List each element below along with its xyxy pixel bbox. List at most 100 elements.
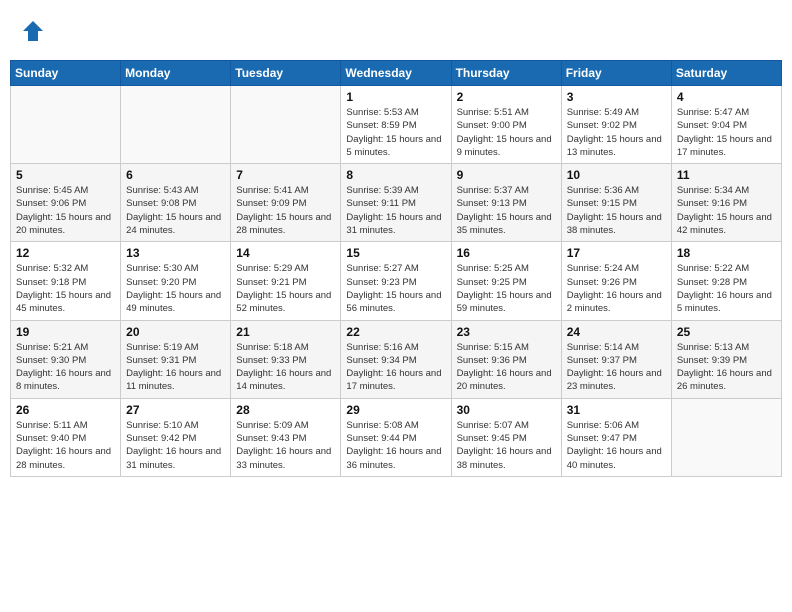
weekday-header-saturday: Saturday (671, 61, 781, 86)
day-number: 16 (457, 246, 556, 260)
day-detail: Sunrise: 5:25 AM Sunset: 9:25 PM Dayligh… (457, 262, 556, 315)
calendar-cell: 19Sunrise: 5:21 AM Sunset: 9:30 PM Dayli… (11, 320, 121, 398)
day-number: 19 (16, 325, 115, 339)
day-detail: Sunrise: 5:06 AM Sunset: 9:47 PM Dayligh… (567, 419, 666, 472)
weekday-header-row: SundayMondayTuesdayWednesdayThursdayFrid… (11, 61, 782, 86)
calendar-cell: 27Sunrise: 5:10 AM Sunset: 9:42 PM Dayli… (121, 398, 231, 476)
day-detail: Sunrise: 5:34 AM Sunset: 9:16 PM Dayligh… (677, 184, 776, 237)
weekday-header-thursday: Thursday (451, 61, 561, 86)
day-detail: Sunrise: 5:27 AM Sunset: 9:23 PM Dayligh… (346, 262, 445, 315)
day-detail: Sunrise: 5:43 AM Sunset: 9:08 PM Dayligh… (126, 184, 225, 237)
calendar-cell: 16 Sunrise: 5:25 AM Sunset: 9:25 PM Dayli… (451, 242, 561, 320)
calendar-cell: 22 Sunrise: 5:16 AM Sunset: 9:34 PM Dayli… (341, 320, 451, 398)
calendar-cell: 18Sunrise: 5:22 AM Sunset: 9:28 PM Dayli… (671, 242, 781, 320)
day-detail: Sunrise: 5:19 AM Sunset: 9:31 PM Dayligh… (126, 341, 225, 394)
day-number: 30 (457, 403, 556, 417)
day-number: 20 (126, 325, 225, 339)
day-number: 6 (126, 168, 225, 182)
day-detail: Sunrise: 5:10 AM Sunset: 9:42 PM Dayligh… (126, 419, 225, 472)
calendar-cell: 9 Sunrise: 5:37 AM Sunset: 9:13 PM Daylig… (451, 164, 561, 242)
day-number: 23 (457, 325, 556, 339)
calendar-cell: 3Sunrise: 5:49 AM Sunset: 9:02 PM Daylig… (561, 86, 671, 164)
calendar-cell (121, 86, 231, 164)
calendar-cell: 14 Sunrise: 5:29 AM Sunset: 9:21 PM Dayli… (231, 242, 341, 320)
calendar-cell: 17Sunrise: 5:24 AM Sunset: 9:26 PM Dayli… (561, 242, 671, 320)
calendar-cell: 29 Sunrise: 5:08 AM Sunset: 9:44 PM Dayli… (341, 398, 451, 476)
day-detail: Sunrise: 5:11 AM Sunset: 9:40 PM Dayligh… (16, 419, 115, 472)
calendar-cell: 21Sunrise: 5:18 AM Sunset: 9:33 PM Dayli… (231, 320, 341, 398)
day-number: 21 (236, 325, 335, 339)
day-number: 11 (677, 168, 776, 182)
day-number: 12 (16, 246, 115, 260)
day-number: 4 (677, 90, 776, 104)
calendar-cell: 6 Sunrise: 5:43 AM Sunset: 9:08 PM Daylig… (121, 164, 231, 242)
week-row-2: 5 Sunrise: 5:45 AM Sunset: 9:06 PM Daylig… (11, 164, 782, 242)
day-number: 2 (457, 90, 556, 104)
day-detail: Sunrise: 5:45 AM Sunset: 9:06 PM Dayligh… (16, 184, 115, 237)
day-detail: Sunrise: 5:32 AM Sunset: 9:18 PM Dayligh… (16, 262, 115, 315)
day-number: 1 (346, 90, 445, 104)
week-row-1: 1 Sunrise: 5:53 AM Sunset: 8:59 PM Daylig… (11, 86, 782, 164)
page-header (10, 10, 782, 52)
week-row-4: 19Sunrise: 5:21 AM Sunset: 9:30 PM Dayli… (11, 320, 782, 398)
calendar-cell: 20 Sunrise: 5:19 AM Sunset: 9:31 PM Dayli… (121, 320, 231, 398)
calendar-cell: 30 Sunrise: 5:07 AM Sunset: 9:45 PM Dayli… (451, 398, 561, 476)
calendar-cell: 24Sunrise: 5:14 AM Sunset: 9:37 PM Dayli… (561, 320, 671, 398)
day-detail: Sunrise: 5:37 AM Sunset: 9:13 PM Dayligh… (457, 184, 556, 237)
day-detail: Sunrise: 5:07 AM Sunset: 9:45 PM Dayligh… (457, 419, 556, 472)
calendar-cell: 10 Sunrise: 5:36 AM Sunset: 9:15 PM Dayli… (561, 164, 671, 242)
day-detail: Sunrise: 5:41 AM Sunset: 9:09 PM Dayligh… (236, 184, 335, 237)
day-number: 29 (346, 403, 445, 417)
calendar-cell: 1 Sunrise: 5:53 AM Sunset: 8:59 PM Daylig… (341, 86, 451, 164)
calendar-cell: 12 Sunrise: 5:32 AM Sunset: 9:18 PM Dayli… (11, 242, 121, 320)
day-detail: Sunrise: 5:29 AM Sunset: 9:21 PM Dayligh… (236, 262, 335, 315)
day-number: 10 (567, 168, 666, 182)
weekday-header-tuesday: Tuesday (231, 61, 341, 86)
day-number: 26 (16, 403, 115, 417)
calendar-cell: 4 Sunrise: 5:47 AM Sunset: 9:04 PM Daylig… (671, 86, 781, 164)
calendar-cell: 31 Sunrise: 5:06 AM Sunset: 9:47 PM Dayli… (561, 398, 671, 476)
day-detail: Sunrise: 5:47 AM Sunset: 9:04 PM Dayligh… (677, 106, 776, 159)
day-number: 8 (346, 168, 445, 182)
calendar-cell: 11 Sunrise: 5:34 AM Sunset: 9:16 PM Dayli… (671, 164, 781, 242)
day-number: 17 (567, 246, 666, 260)
calendar-cell: 15 Sunrise: 5:27 AM Sunset: 9:23 PM Dayli… (341, 242, 451, 320)
day-detail: Sunrise: 5:08 AM Sunset: 9:44 PM Dayligh… (346, 419, 445, 472)
week-row-5: 26 Sunrise: 5:11 AM Sunset: 9:40 PM Dayli… (11, 398, 782, 476)
weekday-header-monday: Monday (121, 61, 231, 86)
day-number: 5 (16, 168, 115, 182)
day-number: 3 (567, 90, 666, 104)
calendar-cell: 2 Sunrise: 5:51 AM Sunset: 9:00 PM Daylig… (451, 86, 561, 164)
weekday-header-friday: Friday (561, 61, 671, 86)
calendar-cell: 23 Sunrise: 5:15 AM Sunset: 9:36 PM Dayli… (451, 320, 561, 398)
calendar-cell: 7 Sunrise: 5:41 AM Sunset: 9:09 PM Daylig… (231, 164, 341, 242)
calendar-cell: 8Sunrise: 5:39 AM Sunset: 9:11 PM Daylig… (341, 164, 451, 242)
logo (18, 16, 52, 46)
calendar-cell: 5 Sunrise: 5:45 AM Sunset: 9:06 PM Daylig… (11, 164, 121, 242)
weekday-header-wednesday: Wednesday (341, 61, 451, 86)
day-detail: Sunrise: 5:30 AM Sunset: 9:20 PM Dayligh… (126, 262, 225, 315)
day-detail: Sunrise: 5:36 AM Sunset: 9:15 PM Dayligh… (567, 184, 666, 237)
day-detail: Sunrise: 5:53 AM Sunset: 8:59 PM Dayligh… (346, 106, 445, 159)
day-number: 22 (346, 325, 445, 339)
calendar-cell: 28 Sunrise: 5:09 AM Sunset: 9:43 PM Dayli… (231, 398, 341, 476)
day-number: 14 (236, 246, 335, 260)
day-detail: Sunrise: 5:09 AM Sunset: 9:43 PM Dayligh… (236, 419, 335, 472)
day-number: 7 (236, 168, 335, 182)
day-detail: Sunrise: 5:22 AM Sunset: 9:28 PM Dayligh… (677, 262, 776, 315)
day-number: 15 (346, 246, 445, 260)
week-row-3: 12 Sunrise: 5:32 AM Sunset: 9:18 PM Dayli… (11, 242, 782, 320)
day-number: 31 (567, 403, 666, 417)
day-detail: Sunrise: 5:51 AM Sunset: 9:00 PM Dayligh… (457, 106, 556, 159)
day-number: 13 (126, 246, 225, 260)
day-detail: Sunrise: 5:16 AM Sunset: 9:34 PM Dayligh… (346, 341, 445, 394)
calendar-cell: 25 Sunrise: 5:13 AM Sunset: 9:39 PM Dayli… (671, 320, 781, 398)
day-detail: Sunrise: 5:15 AM Sunset: 9:36 PM Dayligh… (457, 341, 556, 394)
day-number: 28 (236, 403, 335, 417)
day-detail: Sunrise: 5:14 AM Sunset: 9:37 PM Dayligh… (567, 341, 666, 394)
day-number: 9 (457, 168, 556, 182)
calendar-cell (231, 86, 341, 164)
day-number: 25 (677, 325, 776, 339)
calendar-cell (671, 398, 781, 476)
day-detail: Sunrise: 5:13 AM Sunset: 9:39 PM Dayligh… (677, 341, 776, 394)
